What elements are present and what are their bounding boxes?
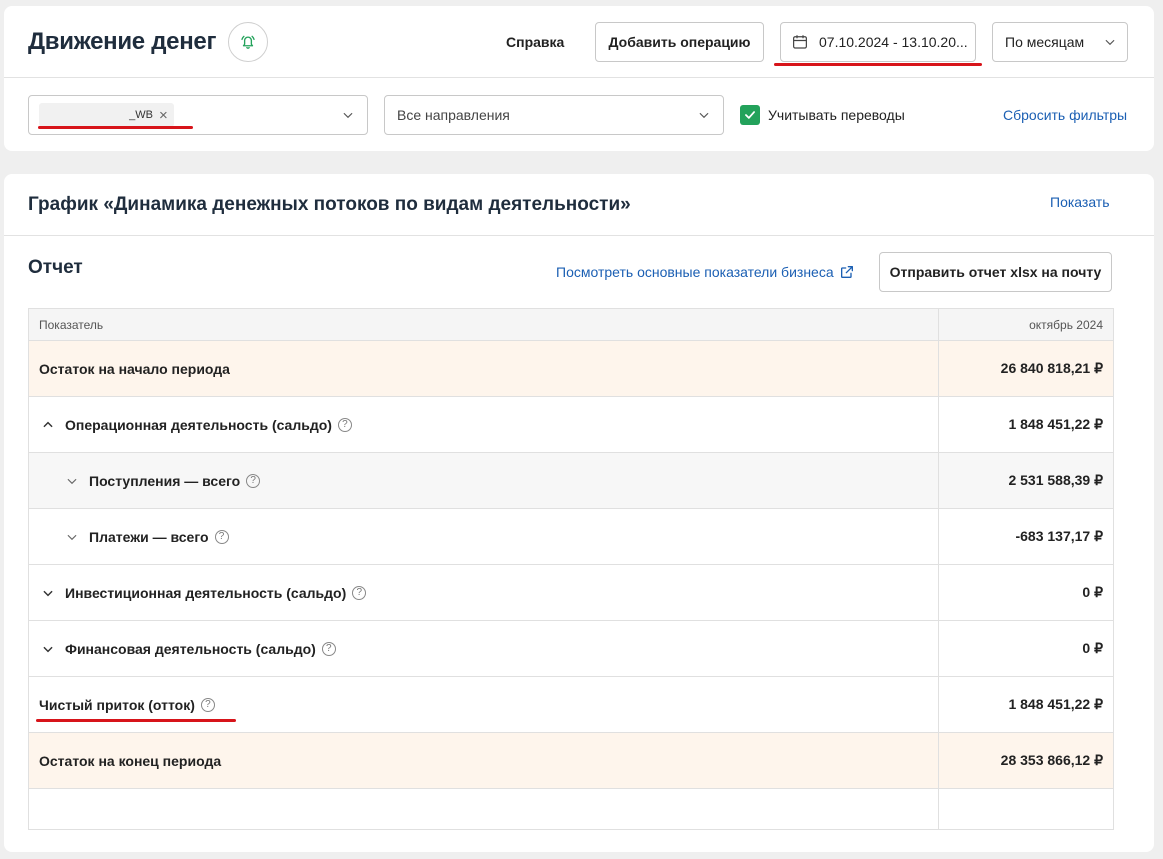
chevron-down-icon[interactable]	[65, 474, 79, 488]
row-label: Остаток на начало периода	[39, 360, 230, 377]
chart-section-title: График «Динамика денежных потоков по вид…	[28, 194, 631, 215]
notifications-button[interactable]	[228, 22, 268, 62]
chevron-down-icon[interactable]	[65, 530, 79, 544]
table-row[interactable]: Финансовая деятельность (сальдо) ? 0 ₽	[29, 621, 1113, 677]
column-header-period: октябрь 2024	[1029, 317, 1103, 332]
help-link[interactable]: Справка	[506, 34, 564, 50]
account-chip: _WB ×	[39, 103, 174, 127]
calendar-icon	[793, 35, 807, 49]
chevron-down-icon[interactable]	[41, 642, 55, 656]
chevron-down-icon[interactable]	[41, 586, 55, 600]
row-value: 1 848 451,22 ₽	[1008, 416, 1103, 432]
date-range-value: 07.10.2024 - 13.10.20...	[819, 34, 968, 50]
page-title: Движение денег	[28, 28, 217, 55]
include-transfers-checkbox[interactable]: Учитывать переводы	[740, 105, 905, 125]
close-icon[interactable]: ×	[159, 108, 168, 123]
table-empty-row	[29, 789, 1113, 829]
add-operation-button[interactable]: Добавить операцию	[595, 22, 764, 62]
report-title: Отчет	[28, 257, 83, 278]
table-row[interactable]: Инвестиционная деятельность (сальдо) ? 0…	[29, 565, 1113, 621]
help-icon[interactable]: ?	[214, 529, 229, 544]
table-row: Остаток на начало периода 26 840 818,21 …	[29, 341, 1113, 397]
help-icon[interactable]: ?	[246, 473, 261, 488]
help-icon[interactable]: ?	[321, 641, 336, 656]
date-range-picker[interactable]: 07.10.2024 - 13.10.20...	[780, 22, 976, 62]
help-icon[interactable]: ?	[352, 585, 367, 600]
date-annotation-underline	[774, 63, 982, 66]
period-select[interactable]: По месяцам	[992, 22, 1128, 62]
table-row[interactable]: Операционная деятельность (сальдо) ? 1 8…	[29, 397, 1113, 453]
chevron-down-icon	[1105, 39, 1115, 46]
table-row[interactable]: Поступления — всего ? 2 531 588,39 ₽	[29, 453, 1113, 509]
direction-select[interactable]: Все направления	[384, 95, 724, 135]
include-transfers-label: Учитывать переводы	[768, 107, 905, 123]
period-select-value: По месяцам	[1005, 34, 1085, 50]
account-annotation-underline	[38, 126, 193, 129]
reset-filters-link[interactable]: Сбросить фильтры	[1003, 107, 1127, 123]
report-table: Показатель октябрь 2024 Остаток на начал…	[28, 308, 1114, 830]
row-value: 1 848 451,22 ₽	[1008, 696, 1103, 712]
row-label: Инвестиционная деятельность (сальдо)	[65, 584, 347, 601]
chevron-down-icon	[343, 112, 353, 119]
kpi-link[interactable]: Посмотреть основные показатели бизнеса	[556, 264, 855, 280]
chart-divider	[4, 235, 1154, 236]
row-value: 0 ₽	[1082, 584, 1103, 600]
table-row: Чистый приток (отток) ? 1 848 451,22 ₽	[29, 677, 1113, 733]
header-card: Движение денег Справка Добавить операцию…	[4, 6, 1154, 151]
row-value: 26 840 818,21 ₽	[1000, 360, 1103, 376]
row-label: Финансовая деятельность (сальдо)	[65, 640, 316, 657]
table-row[interactable]: Платежи — всего ? -683 137,17 ₽	[29, 509, 1113, 565]
help-icon[interactable]: ?	[200, 697, 215, 712]
row-value: 2 531 588,39 ₽	[1008, 472, 1103, 488]
table-header: Показатель октябрь 2024	[29, 309, 1113, 341]
chevron-up-icon[interactable]	[41, 418, 55, 432]
account-select[interactable]: _WB ×	[28, 95, 368, 135]
external-link-icon	[840, 266, 853, 278]
row-label: Остаток на конец периода	[39, 752, 222, 769]
show-chart-link[interactable]: Показать	[1050, 194, 1110, 210]
bell-icon	[241, 35, 255, 49]
row-value: 28 353 866,12 ₽	[1000, 752, 1103, 768]
help-icon[interactable]: ?	[337, 417, 352, 432]
row-label: Поступления — всего	[89, 472, 241, 489]
checkbox-checked-icon	[740, 105, 760, 125]
kpi-link-label: Посмотреть основные показатели бизнеса	[556, 264, 834, 280]
table-row: Остаток на конец периода 28 353 866,12 ₽	[29, 733, 1113, 789]
row-value: 0 ₽	[1082, 640, 1103, 656]
chevron-down-icon	[699, 112, 709, 119]
net-flow-annotation-underline	[36, 719, 236, 722]
row-value: -683 137,17 ₽	[1015, 528, 1103, 544]
direction-select-value: Все направления	[397, 107, 510, 123]
send-xlsx-button[interactable]: Отправить отчет xlsx на почту	[879, 252, 1112, 292]
account-chip-label: _WB	[129, 109, 153, 121]
row-label: Операционная деятельность (сальдо)	[65, 416, 332, 433]
header-divider	[4, 77, 1154, 78]
row-label: Чистый приток (отток)	[39, 696, 195, 713]
column-header-indicator: Показатель	[29, 309, 939, 340]
row-label: Платежи — всего	[89, 528, 209, 545]
report-card: График «Динамика денежных потоков по вид…	[4, 174, 1154, 852]
